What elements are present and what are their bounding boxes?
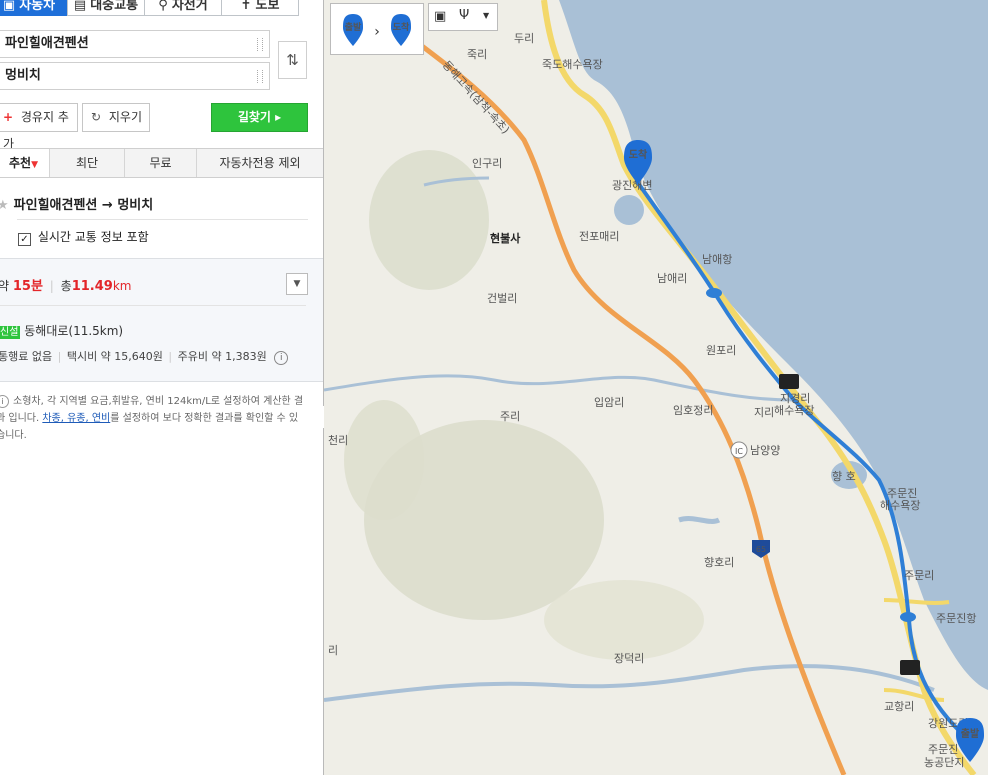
star-icon[interactable]: ★: [0, 198, 9, 213]
bicycle-icon: ⚲: [158, 0, 168, 13]
tab-free[interactable]: 무료: [125, 149, 197, 177]
route-waypoint: [706, 288, 722, 298]
chevron-down-icon[interactable]: ▼: [483, 11, 489, 20]
place-label: 장덕리: [614, 652, 644, 665]
place-label: 주문리: [904, 569, 934, 582]
camera-icon: [900, 660, 920, 675]
tab-exclude-motorway[interactable]: 자동차전용 제외: [197, 149, 323, 177]
drag-handle-icon[interactable]: [257, 38, 263, 51]
chevron-right-icon: ›: [374, 24, 380, 40]
place-label: 천리: [328, 433, 348, 447]
place-label: 지리: [754, 406, 774, 419]
place-label: 현불사: [490, 231, 521, 245]
info-icon: i: [0, 395, 9, 408]
vehicle-settings-link[interactable]: 차종, 유종, 연비: [42, 413, 110, 424]
expand-button[interactable]: ▼: [286, 273, 308, 295]
arrow-right-icon: ▸: [275, 110, 282, 124]
destination-input[interactable]: 멍비치: [0, 62, 270, 90]
ic-label: 남양양: [750, 444, 780, 457]
drag-handle-icon[interactable]: [257, 70, 263, 83]
clear-button[interactable]: ↻ 지우기: [82, 103, 150, 132]
search-route-button[interactable]: 길찾기 ▸: [211, 103, 308, 132]
route-waypoint: [900, 612, 916, 622]
place-label: 주문진: [928, 743, 958, 756]
place-label: 향호리: [704, 556, 734, 569]
place-label: 해수욕장: [880, 498, 920, 512]
place-label: 죽도해수욕장: [542, 57, 603, 71]
checkbox-checked-icon[interactable]: ✓: [18, 233, 31, 246]
road-name: 동해대로(11.5km): [24, 324, 124, 338]
svg-text:도착: 도착: [629, 148, 648, 161]
lake-label: 향 호: [832, 470, 856, 483]
tab-bicycle[interactable]: ⚲ 자전거: [144, 0, 222, 16]
poi-category-toolbar: ▣ Ψ ▼: [428, 3, 498, 31]
route-shield-number: 65: [756, 545, 766, 554]
divider: [17, 219, 308, 220]
place-label: 임호정리: [673, 404, 713, 417]
place-label: 전포매리: [579, 230, 619, 243]
place-label: 원포리: [706, 344, 736, 357]
place-label: 죽리: [467, 48, 487, 61]
place-label: 인구리: [472, 157, 502, 170]
camera-icon: [779, 374, 799, 389]
tab-car[interactable]: ▣ 자동차: [0, 0, 68, 16]
tab-recommended[interactable]: 추천▼: [0, 149, 50, 177]
route-title: ★파인힐애견펜션 → 멍비치: [0, 194, 153, 213]
traffic-option[interactable]: ✓ 실시간 교통 정보 포함: [18, 228, 149, 246]
transport-mode-tabs: ▣ 자동차 ▤ 대중교통 ⚲ 자전거 ✝ 도보: [0, 0, 299, 17]
place-label: 주리: [500, 410, 520, 423]
fare-notice: i 소형차, 각 지역별 요금,휘발유, 연비 124km/L로 설정하여 계산한…: [0, 393, 306, 444]
place-label: 교항리: [884, 700, 914, 713]
bus-icon[interactable]: ▣: [434, 9, 446, 24]
ic-badge: IC: [735, 447, 743, 456]
swap-arrows-icon: ⇅: [286, 51, 299, 69]
walk-icon: ✝: [240, 0, 252, 13]
tab-transit[interactable]: ▤ 대중교통: [67, 0, 145, 16]
bus-icon: ▤: [73, 0, 87, 13]
route-summary: 약 15분 | 총11.49km ▼ 신설 동해대로(11.5km) 통행료 없…: [0, 258, 323, 382]
place-label: 해수욕장: [774, 403, 814, 417]
plus-icon: +: [3, 110, 14, 124]
place-label: 주문진항: [936, 612, 976, 625]
place-label: 남애항: [702, 253, 732, 266]
place-label: 건벌리: [487, 292, 517, 305]
place-label: 남애리: [657, 272, 687, 285]
new-road-badge: 신설: [0, 326, 21, 339]
origin-input[interactable]: 파인힐애견펜션: [0, 30, 270, 58]
car-icon: ▣: [2, 0, 16, 13]
tab-walk[interactable]: ✝ 도보: [221, 0, 299, 16]
refresh-icon: ↻: [91, 110, 102, 124]
tab-shortest[interactable]: 최단: [50, 149, 125, 177]
chevron-down-icon: ▼: [293, 279, 301, 289]
map-canvas[interactable]: 동해고속(삼척-속초) IC 남양양 65 죽리 두리 죽도해수욕장 인구리 광…: [324, 0, 988, 775]
svg-text:출발: 출발: [961, 727, 980, 740]
place-label: 농공단지: [924, 756, 964, 769]
add-waypoint-button[interactable]: + 경유지 추가: [0, 103, 78, 151]
dropdown-icon: ▼: [31, 160, 38, 170]
place-label: 두리: [514, 32, 534, 45]
travel-time: 15분: [12, 279, 43, 294]
route-option-tabs: 추천▼ 최단 무료 자동차전용 제외: [0, 148, 323, 178]
place-label: 입암리: [594, 396, 624, 409]
svg-text:도착: 도착: [393, 21, 410, 33]
svg-text:출발: 출발: [345, 21, 362, 33]
divider: [0, 305, 306, 306]
route-panel: ▣ 자동차 ▤ 대중교통 ⚲ 자전거 ✝ 도보 파인힐애견펜션 멍비치 ⇅ + 경유지 …: [0, 0, 324, 775]
swap-button[interactable]: ⇅: [278, 41, 307, 79]
travel-distance: 11.49: [71, 279, 113, 294]
map-svg: 동해고속(삼척-속초) IC 남양양 65 죽리 두리 죽도해수욕장 인구리 광…: [324, 0, 988, 775]
restaurant-icon[interactable]: Ψ: [459, 8, 469, 23]
place-label: 리: [328, 644, 338, 657]
place-label: 광진해변: [612, 178, 652, 192]
info-icon[interactable]: i: [274, 351, 289, 365]
route-markers-legend: 출발 › 도착: [330, 3, 424, 55]
